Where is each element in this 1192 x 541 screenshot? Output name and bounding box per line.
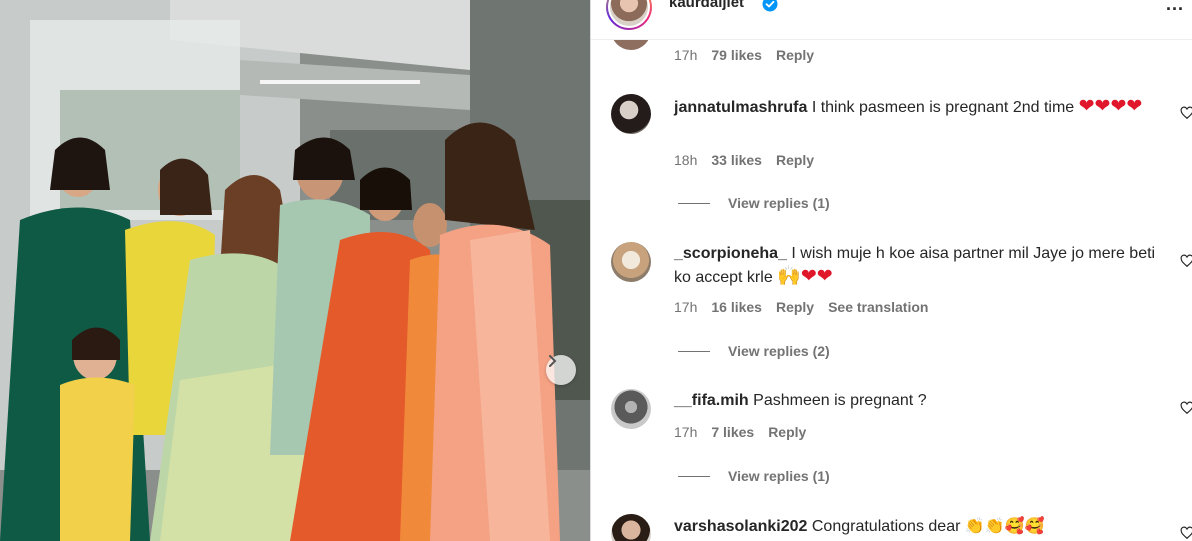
comment-meta: 17h 79 likes Reply xyxy=(674,47,814,63)
comment-time[interactable]: 17h xyxy=(674,424,697,440)
comment-text: Congratulations dear xyxy=(811,518,961,535)
comment-emoji: ❤❤❤❤ xyxy=(1078,95,1143,117)
commenter-username[interactable]: __fifa.mih xyxy=(674,392,749,409)
replies-line xyxy=(678,350,710,352)
like-heart-icon[interactable] xyxy=(1180,401,1192,415)
reply-button[interactable]: Reply xyxy=(768,424,806,440)
view-replies-label: View replies (1) xyxy=(728,468,830,484)
view-replies-button[interactable]: View replies (1) xyxy=(678,195,830,211)
comment-body: jannatulmashrufa I think pasmeen is preg… xyxy=(674,95,1169,119)
view-replies-label: View replies (1) xyxy=(728,195,830,211)
comment-time[interactable]: 17h xyxy=(674,47,697,63)
reply-button[interactable]: Reply xyxy=(776,47,814,63)
commenter-avatar[interactable] xyxy=(611,389,651,429)
like-heart-icon[interactable] xyxy=(1180,526,1192,540)
comment-meta: 17h 7 likes Reply xyxy=(674,424,806,440)
commenter-username[interactable]: _scorpioneha_ xyxy=(674,245,787,262)
replies-line xyxy=(678,202,710,204)
comment-text: Pashmeen is pregnant ? xyxy=(753,392,927,409)
comment-body: __fifa.mih Pashmeen is pregnant ? xyxy=(674,390,1169,412)
like-heart-icon[interactable] xyxy=(1180,106,1192,120)
comment-likes[interactable]: 79 likes xyxy=(711,47,762,63)
comment-text: I think pasmeen is pregnant 2nd time xyxy=(811,99,1075,116)
comment-body: _scorpioneha_ I wish muje h koe aisa par… xyxy=(674,243,1169,289)
commenter-avatar[interactable] xyxy=(611,514,651,541)
author-username[interactable]: kaurdaljiet xyxy=(669,0,744,11)
commenter-username[interactable]: varshasolanki202 xyxy=(674,518,807,535)
comment-time[interactable]: 18h xyxy=(674,152,697,168)
comment-emoji: 🙌❤❤ xyxy=(777,265,833,287)
comment-likes[interactable]: 7 likes xyxy=(711,424,754,440)
reply-button[interactable]: Reply xyxy=(776,152,814,168)
chevron-right-icon xyxy=(549,355,557,367)
post-header: kaurdaljiet ... xyxy=(591,0,1192,40)
comment-body: varshasolanki202 Congratulations dear 👏👏… xyxy=(674,515,1169,538)
author-avatar[interactable] xyxy=(606,0,652,30)
see-translation-button[interactable]: See translation xyxy=(828,299,928,315)
commenter-avatar[interactable] xyxy=(611,242,651,282)
comment-meta: 18h 33 likes Reply xyxy=(674,152,814,168)
commenter-avatar[interactable] xyxy=(611,94,651,134)
comment-likes[interactable]: 16 likes xyxy=(711,299,762,315)
post-photo[interactable] xyxy=(0,0,590,541)
view-replies-label: View replies (2) xyxy=(728,343,830,359)
comment-meta: 17h 16 likes Reply See translation xyxy=(674,299,928,315)
like-heart-icon[interactable] xyxy=(1180,254,1192,268)
comment-likes[interactable]: 33 likes xyxy=(711,152,762,168)
verified-badge-icon xyxy=(762,0,778,12)
comments-panel: kaurdaljiet ... 17h 79 likes Reply janna… xyxy=(591,0,1192,541)
view-replies-button[interactable]: View replies (1) xyxy=(678,468,830,484)
next-photo-button[interactable] xyxy=(546,355,576,385)
comment-time[interactable]: 17h xyxy=(674,299,697,315)
group-photo-illustration xyxy=(0,0,590,541)
comment-emoji: 👏👏🥰🥰 xyxy=(964,516,1045,535)
reply-button[interactable]: Reply xyxy=(776,299,814,315)
replies-line xyxy=(678,475,710,477)
view-replies-button[interactable]: View replies (2) xyxy=(678,343,830,359)
more-options-button[interactable]: ... xyxy=(1166,0,1184,15)
commenter-username[interactable]: jannatulmashrufa xyxy=(674,99,807,116)
